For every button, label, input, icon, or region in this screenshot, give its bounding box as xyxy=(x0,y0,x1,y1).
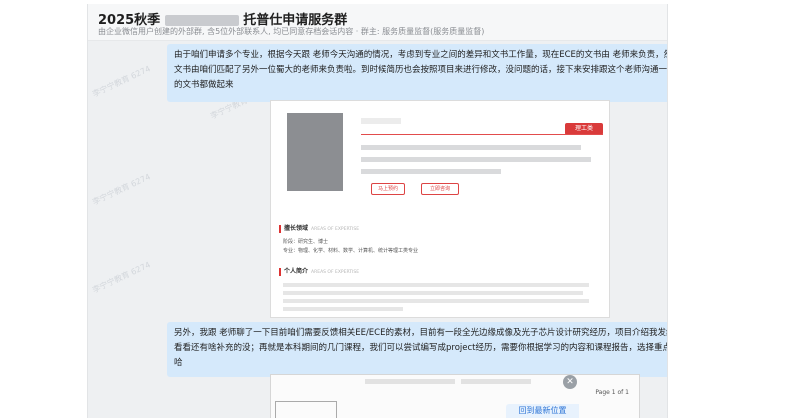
group-subtitle: 由企业微信用户创建的外部群, 含5位外部联系人, 均已同意存档会话内容 · 群主… xyxy=(98,27,485,36)
watermark: 李宁宁教育 6274 xyxy=(91,64,152,99)
text-line xyxy=(361,145,581,150)
chat-window: 2025秋季 托普仕申请服务群 由企业微信用户创建的外部群, 含5位外部联系人,… xyxy=(87,4,668,418)
close-icon[interactable]: ✕ xyxy=(563,375,577,389)
section-intro: 个人简介 AREAS OF EXPERTISE xyxy=(279,268,359,276)
redacted-block xyxy=(164,15,239,26)
text-line xyxy=(461,379,531,384)
section-subtitle: AREAS OF EXPERTISE xyxy=(311,270,360,275)
chat-header: 2025秋季 托普仕申请服务群 由企业微信用户创建的外部群, 含5位外部联系人,… xyxy=(88,4,667,41)
profile-card-image[interactable]: 理工类 马上预约 立即咨询 擅长领域 AREAS OF EXPERTISE 阶段：… xyxy=(270,100,610,318)
redacted-name xyxy=(361,118,401,124)
contact-button: 马上预约 xyxy=(371,183,405,195)
message-bubble[interactable]: 另外，我跟 老师聊了一下目前咱们需要反馈相关EE/ECE的素材，目前有一段全光边… xyxy=(167,322,667,377)
consult-button: 立即咨询 xyxy=(421,183,459,195)
red-divider xyxy=(361,134,603,135)
doc-table xyxy=(275,401,337,418)
section-title: 擅长领域 xyxy=(284,225,309,232)
text-line xyxy=(283,299,589,303)
text-line xyxy=(283,291,583,295)
text-line xyxy=(361,157,591,162)
watermark: 李宁宁教育 6274 xyxy=(91,172,152,207)
watermark: 李宁宁教育 6274 xyxy=(91,260,152,295)
text-line xyxy=(365,379,455,384)
area-line: 专业：物理、化学、材料、数学、计算机、统计等理工类专业 xyxy=(283,248,419,254)
document-preview[interactable]: Page 1 of 1 xyxy=(270,374,640,418)
profile-photo xyxy=(287,113,343,191)
text-line xyxy=(283,307,403,311)
text-line xyxy=(361,169,501,174)
section-subtitle: AREAS OF EXPERTISE xyxy=(311,227,360,232)
section-areas: 擅长领域 AREAS OF EXPERTISE xyxy=(279,225,359,233)
area-line: 阶段：研究生、博士 xyxy=(283,239,329,245)
message-bubble[interactable]: 由于咱们申请多个专业，根据今天跟 老师今天沟通的情况，考虑到专业之间的差异和文书… xyxy=(167,44,667,102)
page-indicator: Page 1 of 1 xyxy=(595,389,629,396)
text-line xyxy=(283,283,589,287)
back-to-latest-button[interactable]: 回到最新位置 xyxy=(506,404,579,418)
section-title: 个人简介 xyxy=(284,268,309,275)
